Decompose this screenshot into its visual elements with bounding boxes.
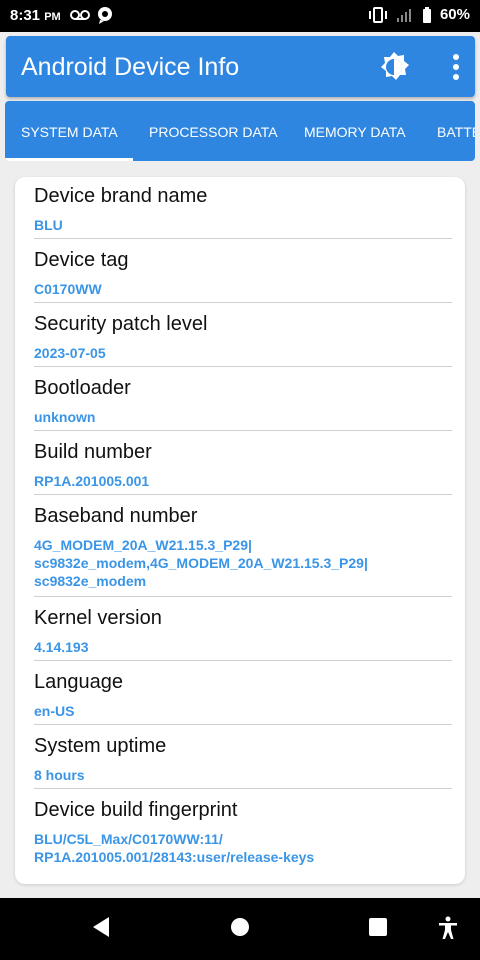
list-item-baseband: Baseband number 4G_MODEM_20A_W21.15.3_P2… — [34, 505, 452, 590]
list-item-build-number: Build number RP1A.201005.001 — [34, 441, 452, 490]
item-label: Build number — [34, 441, 152, 463]
battery-level: 60% — [439, 6, 470, 23]
item-label: Device build fingerprint — [34, 799, 238, 821]
item-value: 4.14.193 — [34, 639, 89, 655]
active-tab-indicator — [5, 158, 133, 161]
tab-bar: SYSTEM DATA PROCESSOR DATA MEMORY DATA B… — [5, 101, 475, 161]
navigation-bar — [0, 898, 480, 960]
item-value: 4G_MODEM_20A_W21.15.3_P29| sc9832e_modem… — [34, 537, 368, 589]
divider — [34, 660, 452, 661]
list-item-system-uptime: System uptime 8 hours — [34, 735, 452, 784]
chat-icon — [98, 7, 112, 24]
item-value: 8 hours — [34, 767, 85, 783]
item-value: BLU — [34, 217, 63, 233]
tab-battery-data[interactable]: BATTERY DATA — [437, 101, 475, 161]
back-icon[interactable] — [91, 916, 111, 938]
list-item-kernel-version: Kernel version 4.14.193 — [34, 607, 452, 656]
info-card: Device brand name BLU Device tag C0170WW… — [15, 177, 465, 884]
divider — [34, 430, 452, 431]
divider — [34, 366, 452, 367]
divider — [34, 788, 452, 789]
tab-system-data[interactable]: SYSTEM DATA — [21, 101, 118, 161]
item-label: Device tag — [34, 249, 129, 271]
list-item-security-patch: Security patch level 2023-07-05 — [34, 313, 452, 362]
accessibility-icon[interactable] — [437, 916, 459, 940]
item-label: Device brand name — [34, 185, 208, 207]
brightness-icon[interactable] — [378, 51, 410, 83]
item-label: Bootloader — [34, 377, 131, 399]
list-item-device-tag: Device tag C0170WW — [34, 249, 452, 298]
item-value: RP1A.201005.001 — [34, 473, 150, 489]
list-item-bootloader: Bootloader unknown — [34, 377, 452, 426]
vibrate-icon — [368, 6, 387, 23]
tab-processor-data[interactable]: PROCESSOR DATA — [149, 101, 278, 161]
item-label: System uptime — [34, 735, 167, 757]
home-icon[interactable] — [230, 916, 250, 938]
item-value: BLU/C5L_Max/C0170WW:11/ RP1A.201005.001/… — [34, 831, 315, 865]
status-time: 8:31 PM — [10, 7, 61, 24]
item-value: C0170WW — [34, 281, 102, 297]
divider — [34, 238, 452, 239]
divider — [34, 494, 452, 495]
recents-icon[interactable] — [368, 916, 388, 938]
item-label: Baseband number — [34, 505, 198, 527]
status-bar: 8:31 PM 60% — [0, 0, 480, 32]
list-item-language: Language en-US — [34, 671, 452, 720]
item-label: Security patch level — [34, 313, 208, 335]
list-item-device-brand: Device brand name BLU — [34, 185, 452, 234]
item-label: Language — [34, 671, 123, 693]
app-title: Android Device Info — [21, 53, 240, 81]
voicemail-icon — [70, 10, 90, 20]
battery-icon — [422, 6, 431, 23]
divider — [34, 596, 452, 597]
tab-memory-data[interactable]: MEMORY DATA — [304, 101, 406, 161]
signal-icon — [396, 8, 411, 22]
item-value: 2023-07-05 — [34, 345, 106, 361]
more-vert-icon[interactable] — [446, 52, 466, 82]
item-value: en-US — [34, 703, 75, 719]
item-value: unknown — [34, 409, 96, 425]
app-bar: Android Device Info — [6, 36, 475, 97]
list-item-build-fingerprint: Device build fingerprint BLU/C5L_Max/C01… — [34, 799, 452, 866]
divider — [34, 724, 452, 725]
item-label: Kernel version — [34, 607, 162, 629]
divider — [34, 302, 452, 303]
